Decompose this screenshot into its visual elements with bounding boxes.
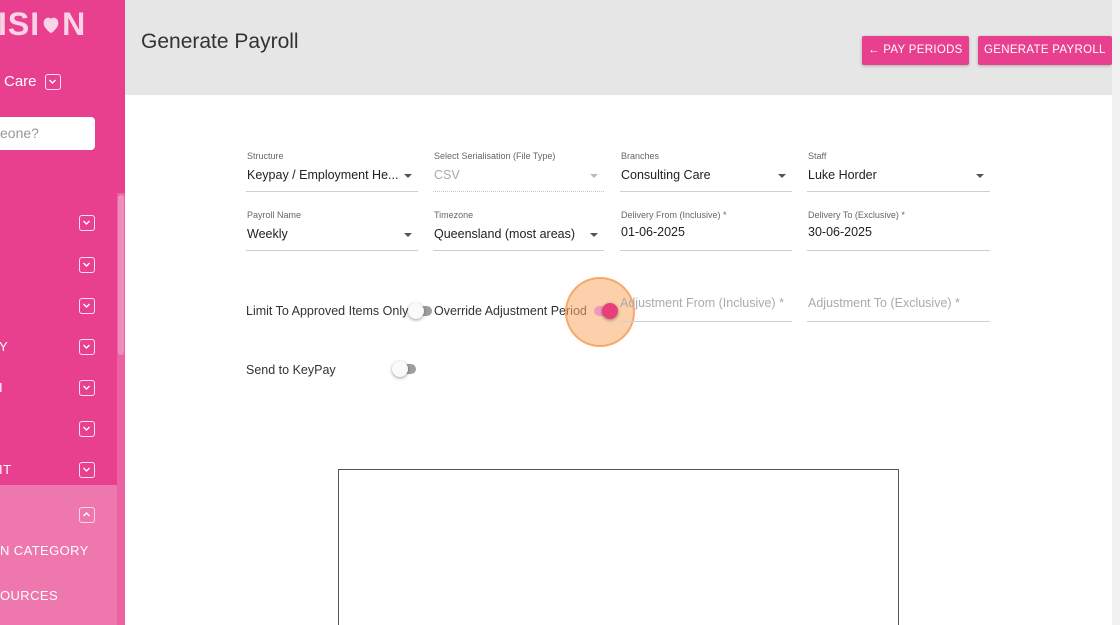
sidebar-item-5[interactable]: I: [0, 368, 117, 408]
search-input[interactable]: eone?: [0, 117, 95, 150]
chevron-down-icon: [44, 73, 61, 90]
sidebar-subitem-category[interactable]: N CATEGORY: [0, 543, 89, 558]
page-scrollbar[interactable]: [1112, 0, 1120, 625]
payroll-preview-panel: [338, 469, 899, 625]
send-keypay-toggle[interactable]: [392, 361, 418, 377]
delivery-from-field[interactable]: Delivery From (Inclusive) * 01-06-2025: [620, 210, 792, 251]
sidebar-item-expanded[interactable]: [0, 495, 117, 535]
caret-down-icon: [590, 174, 598, 178]
override-adjustment-label: Override Adjustment Period: [434, 304, 587, 318]
serialisation-select[interactable]: Select Serialisation (File Type) CSV: [433, 151, 604, 192]
chevron-up-icon: [79, 507, 95, 523]
app-root: ISI N Care eone? Y I IT N CATEGORY OURCE…: [0, 0, 1120, 625]
chevron-down-icon: [79, 421, 95, 437]
send-keypay-label: Send to KeyPay: [246, 363, 336, 377]
pay-periods-button[interactable]: ← PAY PERIODS: [862, 36, 969, 65]
org-name: Care: [4, 73, 37, 90]
caret-down-icon: [404, 233, 412, 237]
chevron-down-icon: [79, 380, 95, 396]
chevron-down-icon: [79, 339, 95, 355]
generate-payroll-button[interactable]: GENERATE PAYROLL: [978, 36, 1112, 65]
chevron-down-icon: [79, 298, 95, 314]
caret-down-icon: [976, 174, 984, 178]
page-title: Generate Payroll: [141, 30, 299, 53]
sidebar: ISI N Care eone? Y I IT N CATEGORY OURCE…: [0, 0, 125, 625]
chevron-down-icon: [79, 215, 95, 231]
chevron-down-icon: [79, 462, 95, 478]
staff-select[interactable]: Staff Luke Horder: [807, 151, 990, 192]
sidebar-expanded-section: N CATEGORY OURCES: [0, 485, 117, 625]
payroll-name-select[interactable]: Payroll Name Weekly: [246, 210, 418, 251]
chevron-down-icon: [79, 257, 95, 273]
org-switcher[interactable]: Care: [4, 73, 61, 90]
timezone-select[interactable]: Timezone Queensland (most areas): [433, 210, 604, 251]
sidebar-item-2[interactable]: [0, 245, 117, 285]
page-header: Generate Payroll ← PAY PERIODS GENERATE …: [125, 0, 1112, 95]
branches-select[interactable]: Branches Consulting Care: [620, 151, 792, 192]
sidebar-scroll-thumb[interactable]: [118, 195, 124, 355]
caret-down-icon: [590, 233, 598, 237]
override-adjustment-toggle[interactable]: [590, 303, 618, 319]
adjustment-from-field[interactable]: Adjustment From (Inclusive) *: [620, 292, 792, 322]
sidebar-item-4[interactable]: Y: [0, 327, 117, 367]
structure-select[interactable]: Structure Keypay / Employment He...: [246, 151, 418, 192]
sidebar-item-6[interactable]: [0, 409, 117, 449]
caret-down-icon: [778, 174, 786, 178]
caret-down-icon: [404, 174, 412, 178]
sidebar-subitem-sources[interactable]: OURCES: [0, 588, 58, 603]
heart-icon: [43, 17, 59, 34]
sidebar-item-3[interactable]: [0, 286, 117, 326]
brand-logo: ISI N: [0, 6, 87, 42]
delivery-to-field[interactable]: Delivery To (Exclusive) * 30-06-2025: [807, 210, 990, 251]
limit-approved-label: Limit To Approved Items Only: [246, 304, 409, 318]
adjustment-to-field[interactable]: Adjustment To (Exclusive) *: [807, 292, 990, 322]
limit-approved-toggle[interactable]: [408, 303, 434, 319]
sidebar-item-1[interactable]: [0, 203, 117, 243]
sidebar-item-7[interactable]: IT: [0, 450, 117, 490]
